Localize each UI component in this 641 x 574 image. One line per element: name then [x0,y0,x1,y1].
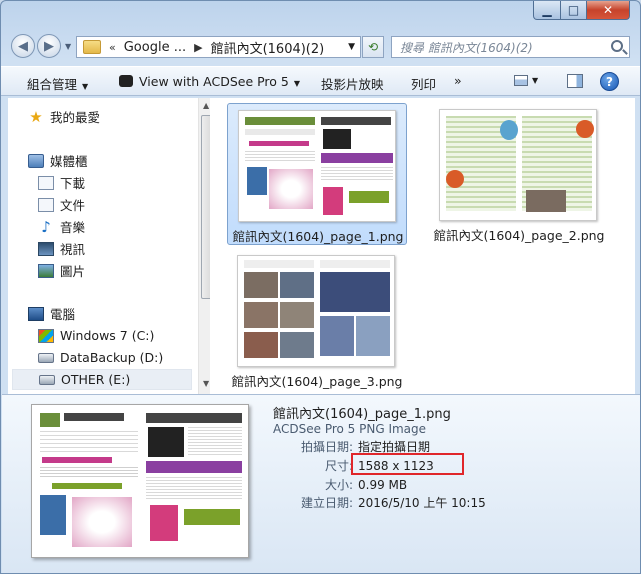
property-date-created: 建立日期: 2016/5/10 上午 10:15 [273,494,486,511]
refresh-button[interactable]: ⟲ [362,36,384,58]
change-view-icon[interactable] [514,75,528,86]
library-icon [28,153,44,168]
sidebar-item-documents[interactable]: 文件 [38,194,221,215]
more-commands-button[interactable]: » [454,73,462,88]
drive-icon [39,374,55,385]
file-thumbnail [238,110,396,222]
sidebar-item-label: 媒體櫃 [50,154,88,169]
sidebar-item-label: 音樂 [60,220,86,235]
drive-icon [38,352,54,363]
sidebar-item-drive-c[interactable]: Windows 7 (C:) [38,325,221,346]
sidebar-item-label: 電腦 [50,307,76,322]
address-dropdown-icon[interactable]: ▼ [348,42,355,52]
address-overflow-chevron[interactable]: « [109,41,116,54]
download-icon [38,175,54,190]
search-placeholder: 搜尋 館訊內文(1604)(2) [400,40,533,55]
scroll-down-icon[interactable]: ▼ [203,379,209,388]
sidebar-item-favorites[interactable]: ★ 我的最愛 [28,106,211,127]
file-item[interactable]: 館訊內文(1604)_page_2.png [429,103,609,245]
file-thumbnail [237,255,395,367]
sidebar-item-downloads[interactable]: 下載 [38,172,221,193]
property-size: 大小: 0.99 MB [273,476,407,493]
highlight-box [351,453,464,475]
address-bar[interactable]: « Google ... ▶ 館訊內文(1604)(2) ▼ [76,36,361,58]
details-pane: 館訊內文(1604)_page_1.png ACDSee Pro 5 PNG I… [2,394,640,573]
file-item[interactable]: 館訊內文(1604)_page_1.png [227,103,407,245]
sidebar-item-label: OTHER (E:) [61,372,131,387]
breadcrumb-segment[interactable]: Google ... [124,40,186,55]
sidebar-item-label: DataBackup (D:) [60,350,164,365]
star-icon: ★ [29,107,43,126]
chevron-down-icon: ▼ [293,79,301,88]
view-dropdown-icon[interactable]: ▼ [532,76,538,85]
title-bar[interactable]: ▁ □ ✕ [1,1,640,29]
property-label: 拍攝日期: [300,440,353,454]
details-filename: 館訊內文(1604)_page_1.png [273,407,451,422]
file-thumbnail [439,109,597,221]
property-label: 尺寸: [324,459,353,473]
recent-pages-dropdown-icon[interactable]: ▼ [65,42,71,51]
file-preview-image [31,404,249,558]
file-name: 館訊內文(1604)_page_2.png [433,228,605,243]
search-input[interactable]: 搜尋 館訊內文(1604)(2) [391,36,630,58]
sidebar-item-computer[interactable]: 電腦 [28,303,211,324]
breadcrumb-arrow-icon[interactable]: ▶ [194,41,202,54]
slideshow-button[interactable]: 投影片放映 [321,74,384,93]
navigation-bar: ◀ ▶ ▼ « Google ... ▶ 館訊內文(1604)(2) ▼ ⟲ 搜… [1,31,640,63]
document-icon [38,197,54,212]
property-value: 2016/5/10 上午 10:15 [358,496,486,510]
windows-drive-icon [38,328,54,343]
picture-icon [38,263,54,278]
music-icon: ♪ [41,217,51,236]
sidebar-item-label: 文件 [60,198,86,213]
sidebar-item-label: 下載 [60,176,86,191]
maximize-button[interactable]: □ [560,1,587,20]
sidebar-item-pictures[interactable]: 圖片 [38,260,221,281]
sidebar-item-label: 我的最愛 [50,110,101,125]
property-value: 0.99 MB [358,478,408,492]
print-button[interactable]: 列印 [411,74,436,93]
search-icon[interactable] [611,40,623,52]
sidebar-item-label: 圖片 [60,264,86,279]
file-item[interactable]: 館訊內文(1604)_page_3.png [227,249,407,391]
preview-pane-icon[interactable] [567,74,583,88]
computer-icon [28,306,44,321]
explorer-window: ▁ □ ✕ ◀ ▶ ▼ « Google ... ▶ 館訊內文(1604)(2)… [0,0,641,574]
command-bar: 組合管理 ▼ View with ACDSee Pro 5 ▼ 投影片放映 列印 »… [1,66,640,96]
forward-button[interactable]: ▶ [37,34,61,58]
file-name: 館訊內文(1604)_page_3.png [231,374,403,389]
file-list: 館訊內文(1604)_page_1.png 館訊內文(1604)_page_2.… [210,98,635,394]
sidebar-item-libraries[interactable]: 媒體櫃 [28,150,211,171]
chevron-down-icon: ▼ [82,82,89,91]
minimize-button[interactable]: ▁ [533,1,561,20]
scroll-up-icon[interactable]: ▲ [203,101,209,110]
sidebar-item-drive-e[interactable]: OTHER (E:) [12,369,192,390]
help-icon[interactable]: ? [600,72,619,91]
organize-label: 組合管理 [27,77,78,92]
video-icon [38,241,54,256]
property-label: 大小: [324,478,353,492]
sidebar-item-drive-d[interactable]: DataBackup (D:) [38,347,221,368]
close-button[interactable]: ✕ [586,1,630,20]
acdsee-label: View with ACDSee Pro 5 [139,74,289,89]
organize-menu[interactable]: 組合管理 ▼ [27,74,88,93]
folder-icon [83,40,101,54]
sidebar-item-label: Windows 7 (C:) [60,328,155,343]
sidebar-item-videos[interactable]: 視訊 [38,238,221,259]
navigation-pane: ★ 我的最愛 媒體櫃 下載 文件 ♪ 音樂 視訊 圖片 電腦 Windows 7 (… [8,98,215,394]
breadcrumb-segment[interactable]: 館訊內文(1604)(2) [211,38,325,57]
acdsee-menu[interactable]: View with ACDSee Pro 5 ▼ [119,74,300,89]
property-value[interactable]: 指定拍攝日期 [358,440,430,454]
file-name: 館訊內文(1604)_page_1.png [232,229,404,244]
sidebar-item-label: 視訊 [60,242,86,257]
sidebar-item-music[interactable]: ♪ 音樂 [38,216,221,237]
details-filetype: ACDSee Pro 5 PNG Image [273,422,427,436]
acdsee-icon [119,75,133,87]
back-button[interactable]: ◀ [11,34,35,58]
property-label: 建立日期: [300,496,353,510]
